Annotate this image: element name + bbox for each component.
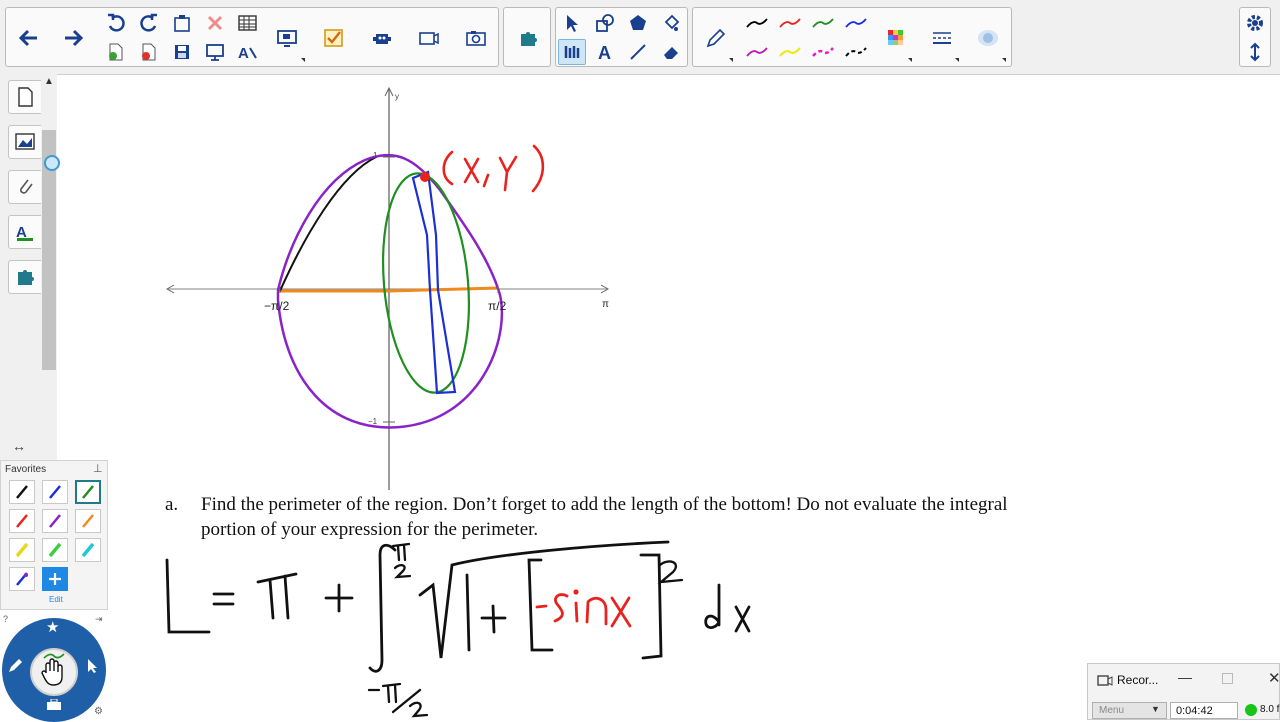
floating-tools: ★ ? ⇥ ⚙ bbox=[0, 612, 108, 722]
minimize-icon[interactable]: — bbox=[1178, 669, 1192, 685]
pen-wheel-icon[interactable] bbox=[7, 658, 23, 679]
fav-pen-blue[interactable] bbox=[42, 480, 68, 504]
green-stroke-preview-icon bbox=[42, 648, 66, 666]
hw-pi bbox=[256, 572, 298, 620]
hw-equals bbox=[212, 592, 235, 606]
green-ellipse bbox=[381, 172, 471, 394]
hw-upper-pi bbox=[391, 542, 411, 562]
maximize-icon[interactable] bbox=[1222, 673, 1233, 684]
x-tick-pi: π bbox=[602, 299, 609, 310]
collapse-icon[interactable]: ⇥ bbox=[95, 614, 103, 625]
chevron-down-icon: ▼ bbox=[1151, 704, 1160, 714]
toolbox-icon[interactable] bbox=[46, 698, 62, 716]
x-tick-right: π/2 bbox=[488, 299, 507, 313]
problem-label: a. bbox=[165, 494, 179, 515]
hw-one bbox=[465, 573, 471, 652]
hw-bracket-right bbox=[639, 553, 663, 660]
fav-pen-purple[interactable] bbox=[42, 509, 68, 533]
hw-lower-2 bbox=[408, 701, 429, 718]
add-favorite-icon[interactable] bbox=[42, 567, 68, 591]
fav-magic-pen[interactable] bbox=[9, 567, 35, 591]
recorder-menu-dropdown[interactable]: Menu ▼ bbox=[1092, 702, 1167, 719]
close-icon[interactable]: ✕ bbox=[1268, 669, 1280, 687]
hw-bracket-left bbox=[527, 558, 554, 652]
fav-highlighter-cyan[interactable] bbox=[75, 538, 101, 562]
recorder-window: Recor... — ✕ Menu ▼ 0:04:42 8.0 fp bbox=[1087, 663, 1280, 720]
fav-pen-black[interactable] bbox=[9, 480, 35, 504]
help-icon[interactable]: ? bbox=[3, 614, 8, 624]
hw-upper-2 bbox=[393, 564, 412, 579]
select-wheel-icon[interactable] bbox=[86, 658, 100, 679]
recorder-app-icon bbox=[1097, 673, 1113, 692]
recorder-fps: 8.0 fp bbox=[1260, 704, 1280, 715]
recording-status-icon bbox=[1245, 704, 1257, 716]
wheel-settings-icon[interactable]: ⚙ bbox=[94, 706, 103, 717]
hw-integral bbox=[368, 543, 397, 673]
pen-tray: Favorites ⊥ Edit bbox=[0, 460, 108, 610]
problem-text-line1: Find the perimeter of the region. Don’t … bbox=[201, 494, 1008, 515]
fav-highlighter-green[interactable] bbox=[42, 538, 68, 562]
handwritten-red-integrand bbox=[535, 589, 632, 628]
recorder-time: 0:04:42 bbox=[1176, 705, 1213, 717]
hw-plus bbox=[324, 583, 354, 613]
fav-pen-orange[interactable] bbox=[75, 509, 101, 533]
pin-icon[interactable]: ⊥ bbox=[93, 462, 103, 475]
hw-plus2 bbox=[480, 604, 507, 634]
edit-favorites-link[interactable]: Edit bbox=[49, 595, 63, 604]
fav-pen-green-selected[interactable] bbox=[75, 480, 101, 504]
hw-L bbox=[165, 558, 211, 634]
handwritten-point-label bbox=[442, 144, 545, 193]
y-tick-top: 1 bbox=[373, 151, 378, 160]
x-tick-left: −π/2 bbox=[264, 299, 290, 313]
favorites-star-icon[interactable]: ★ bbox=[46, 618, 59, 636]
problem-text-line2: portion of your expression for the perim… bbox=[201, 519, 539, 540]
recorder-timer-box: 0:04:42 bbox=[1170, 702, 1238, 719]
y-axis-label: y bbox=[395, 92, 399, 101]
pen-tray-title: Favorites bbox=[5, 464, 47, 475]
y-tick-bottom: −1 bbox=[368, 417, 378, 426]
fav-pen-red[interactable] bbox=[9, 509, 35, 533]
hw-lower-pi bbox=[367, 682, 402, 704]
hw-sqrt bbox=[418, 540, 670, 659]
hw-x bbox=[734, 605, 751, 633]
handwritten-expression bbox=[165, 540, 751, 718]
fav-highlighter-yellow[interactable] bbox=[9, 538, 35, 562]
hw-d bbox=[704, 583, 721, 629]
red-point bbox=[420, 172, 430, 182]
black-curve bbox=[279, 156, 377, 292]
hw-exponent-2 bbox=[657, 560, 684, 584]
recorder-title: Recor... bbox=[1117, 673, 1159, 687]
whiteboard-canvas[interactable] bbox=[0, 0, 1280, 720]
recorder-menu-label: Menu bbox=[1099, 705, 1125, 716]
